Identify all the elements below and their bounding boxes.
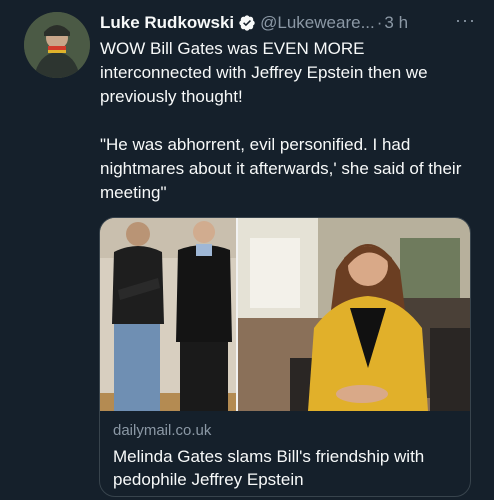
link-card-meta: dailymail.co.uk Melinda Gates slams Bill… — [113, 421, 458, 491]
separator-dot: · — [376, 13, 383, 32]
link-card-image[interactable] — [100, 218, 470, 411]
link-card[interactable]: dailymail.co.uk Melinda Gates slams Bill… — [99, 217, 471, 497]
link-domain[interactable]: dailymail.co.uk — [113, 421, 458, 441]
author-handle[interactable]: @Lukeweare... — [260, 13, 375, 33]
verified-badge-icon — [239, 15, 255, 31]
tweet-text-quote: "He was abhorrent, evil personified. I h… — [100, 135, 462, 202]
avatar[interactable] — [24, 12, 90, 78]
timestamp[interactable]: 3 h — [384, 13, 408, 33]
article-photo — [100, 218, 470, 411]
tweet-header: Luke Rudkowski @Lukeweare... · 3 h ··· — [100, 10, 476, 34]
tweet-text-paragraph: WOW Bill Gates was EVEN MORE interconnec… — [100, 39, 428, 106]
avatar-photo — [24, 12, 90, 78]
author-name[interactable]: Luke Rudkowski — [100, 13, 234, 33]
more-options-icon[interactable]: ··· — [455, 10, 476, 31]
link-headline[interactable]: Melinda Gates slams Bill's friendship wi… — [113, 445, 458, 491]
tweet-text: WOW Bill Gates was EVEN MORE interconnec… — [100, 37, 480, 205]
